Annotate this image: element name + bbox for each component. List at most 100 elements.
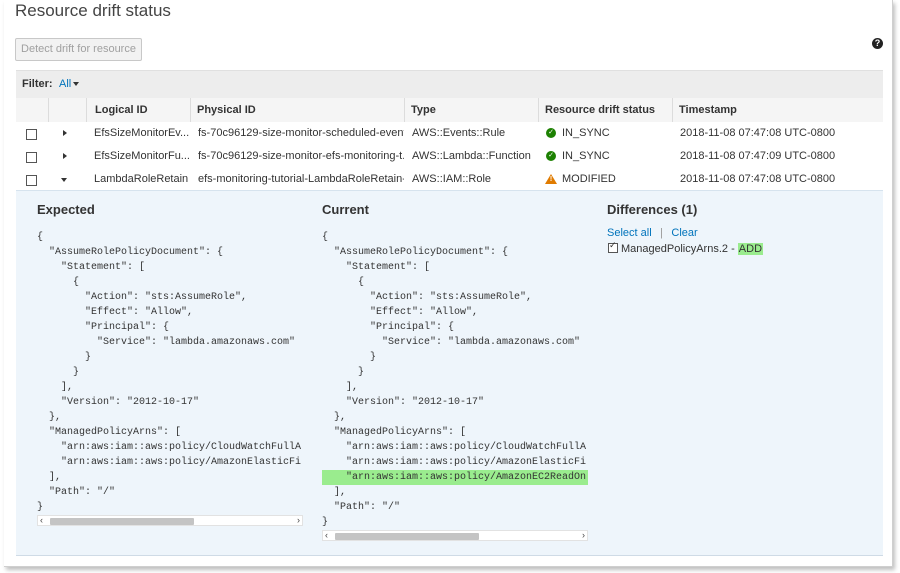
expected-horizontal-scrollbar[interactable]: ‹ ›: [37, 515, 303, 526]
code-line: "Statement": [: [322, 262, 431, 273]
logical-id: EfsSizeMonitorFu...: [94, 150, 190, 162]
code-line: "Principal": {: [37, 322, 170, 333]
drift-detail-panel: Expected { "AssumeRolePolicyDocument": {…: [16, 190, 883, 556]
collapse-row-icon[interactable]: [61, 178, 67, 182]
code-line: },: [322, 412, 347, 423]
code-line: "ManagedPolicyArns": [: [322, 427, 467, 438]
code-line: }: [37, 352, 92, 363]
code-line: "Path": "/": [322, 502, 401, 513]
expand-row-icon[interactable]: [63, 153, 67, 159]
current-horizontal-scrollbar[interactable]: ‹ ›: [322, 530, 588, 541]
code-line: "Effect": "Allow",: [37, 307, 194, 318]
code-line: "Effect": "Allow",: [322, 307, 479, 318]
difference-item[interactable]: ManagedPolicyArns.2 - ADD: [608, 240, 764, 255]
code-line: ],: [37, 472, 62, 483]
code-line: {: [322, 277, 365, 288]
resource-type: AWS::Events::Rule: [412, 127, 506, 139]
filter-label: Filter:: [22, 78, 53, 90]
code-line: "arn:aws:iam::aws:policy/AmazonElasticFi: [322, 457, 587, 468]
code-line: ],: [322, 382, 359, 393]
code-line: "Version": "2012-10-17": [322, 397, 485, 408]
code-line: "Statement": [: [37, 262, 146, 273]
code-line: }: [322, 352, 377, 363]
code-line: {: [322, 232, 329, 243]
code-line: "Version": "2012-10-17": [37, 397, 200, 408]
current-heading: Current: [322, 202, 369, 217]
physical-id: efs-monitoring-tutorial-LambdaRoleRetain…: [198, 173, 404, 185]
code-line: "Path": "/": [37, 487, 116, 498]
timestamp: 2018-11-08 07:47:09 UTC-0800: [680, 150, 836, 162]
detect-drift-button[interactable]: Detect drift for resource: [15, 38, 142, 61]
code-line: "arn:aws:iam::aws:policy/CloudWatchFullA: [322, 442, 587, 453]
code-line: "Action": "sts:AssumeRole",: [322, 292, 533, 303]
code-line: "Service": "lambda.amazonaws.com": [37, 337, 296, 348]
table-row-expanded[interactable]: LambdaRoleRetain efs-monitoring-tutorial…: [16, 168, 883, 192]
difference-path: ManagedPolicyArns.2: [621, 243, 729, 255]
code-line: ],: [322, 487, 347, 498]
code-line: "arn:aws:iam::aws:policy/AmazonElasticFi: [37, 457, 302, 468]
resource-type: AWS::IAM::Role: [412, 173, 492, 185]
check-circle-icon: ✓: [546, 128, 556, 138]
physical-id: fs-70c96129-size-monitor-scheduled-event…: [198, 127, 404, 139]
physical-id: fs-70c96129-size-monitor-efs-monitoring-…: [198, 150, 404, 162]
code-line: {: [37, 277, 80, 288]
differences-heading: Differences (1): [607, 202, 698, 217]
row-checkbox[interactable]: [26, 129, 37, 140]
clear-link[interactable]: Clear: [671, 227, 697, 239]
status-badge: MODIFIED: [562, 173, 616, 185]
timestamp: 2018-11-08 07:47:08 UTC-0800: [680, 127, 836, 139]
added-code-line: "arn:aws:iam::aws:policy/AmazonEC2ReadOn: [322, 470, 588, 485]
change-type-badge: ADD: [737, 243, 764, 255]
filter-dropdown[interactable]: All: [59, 78, 71, 90]
code-line: "AssumeRolePolicyDocument": {: [322, 247, 509, 258]
header-timestamp[interactable]: Timestamp: [672, 98, 883, 122]
check-circle-icon: ✓: [546, 151, 556, 161]
table-row[interactable]: EfsSizeMonitorFu... fs-70c96129-size-mon…: [16, 145, 883, 169]
header-logical-id[interactable]: Logical ID: [86, 98, 190, 122]
code-line: "arn:aws:iam::aws:policy/CloudWatchFullA: [37, 442, 302, 453]
current-code-view[interactable]: { "AssumeRolePolicyDocument": { "Stateme…: [322, 230, 588, 530]
row-checkbox[interactable]: [26, 152, 37, 163]
scroll-left-icon[interactable]: ‹: [40, 515, 43, 526]
code-line: "ManagedPolicyArns": [: [37, 427, 182, 438]
scroll-right-icon[interactable]: ›: [297, 515, 300, 526]
code-line: ],: [37, 382, 74, 393]
timestamp: 2018-11-08 07:47:08 UTC-0800: [680, 173, 836, 185]
scrollbar-thumb[interactable]: [335, 533, 479, 540]
code-line: },: [37, 412, 62, 423]
code-line: "Principal": {: [322, 322, 455, 333]
header-type[interactable]: Type: [404, 98, 538, 122]
expand-row-icon[interactable]: [63, 130, 67, 136]
code-line: {: [37, 232, 44, 243]
expected-code-view[interactable]: { "AssumeRolePolicyDocument": { "Stateme…: [37, 230, 303, 515]
separator: |: [660, 227, 663, 239]
code-line: "Action": "sts:AssumeRole",: [37, 292, 248, 303]
logical-id: LambdaRoleRetain: [94, 173, 189, 185]
header-physical-id[interactable]: Physical ID: [190, 98, 404, 122]
code-line: }: [322, 367, 365, 378]
help-icon[interactable]: ?: [872, 38, 883, 49]
table-header: Logical ID Physical ID Type Resource dri…: [16, 98, 883, 123]
header-drift-status[interactable]: Resource drift status: [538, 98, 672, 122]
caret-down-icon[interactable]: [73, 82, 79, 86]
status-badge: IN_SYNC: [562, 150, 610, 162]
scroll-left-icon[interactable]: ‹: [325, 530, 328, 541]
code-line: "Service": "lambda.amazonaws.com": [322, 337, 581, 348]
differences-actions: Select all | Clear: [607, 223, 698, 241]
expected-heading: Expected: [37, 202, 95, 217]
header-select: [16, 98, 48, 122]
code-line: }: [322, 517, 329, 528]
filter-bar: Filter: All: [16, 70, 883, 99]
resource-drift-panel: Resource drift status Detect drift for r…: [4, 0, 893, 567]
code-line: }: [37, 367, 80, 378]
difference-checkbox[interactable]: [608, 240, 618, 253]
warning-icon-mark: !: [549, 176, 553, 183]
row-checkbox[interactable]: [26, 175, 37, 186]
logical-id: EfsSizeMonitorEv...: [94, 127, 190, 139]
scroll-right-icon[interactable]: ›: [582, 530, 585, 541]
table-row[interactable]: EfsSizeMonitorEv... fs-70c96129-size-mon…: [16, 122, 883, 146]
expected-json: { "AssumeRolePolicyDocument": { "Stateme…: [37, 230, 301, 515]
status-badge: IN_SYNC: [562, 127, 610, 139]
scrollbar-thumb[interactable]: [50, 518, 194, 525]
select-all-link[interactable]: Select all: [607, 227, 652, 239]
